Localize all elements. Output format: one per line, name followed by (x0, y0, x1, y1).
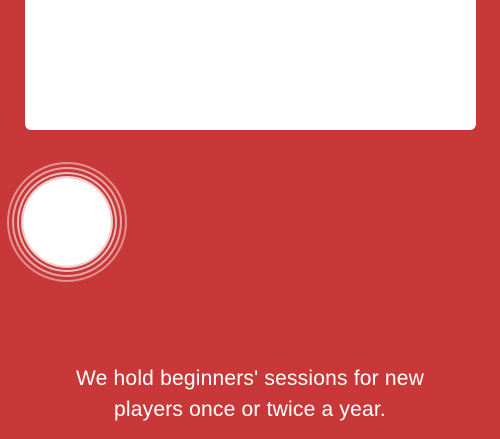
description-line-1: We hold beginners' sessions for new (76, 367, 424, 390)
content-card (25, 0, 476, 130)
description-text: We hold beginners' sessions for new play… (40, 363, 460, 425)
description-line-2: players once or twice a year. (114, 398, 386, 421)
circle-button[interactable] (23, 178, 111, 266)
ripple-button[interactable] (7, 162, 127, 282)
page: We hold beginners' sessions for new play… (0, 0, 500, 439)
